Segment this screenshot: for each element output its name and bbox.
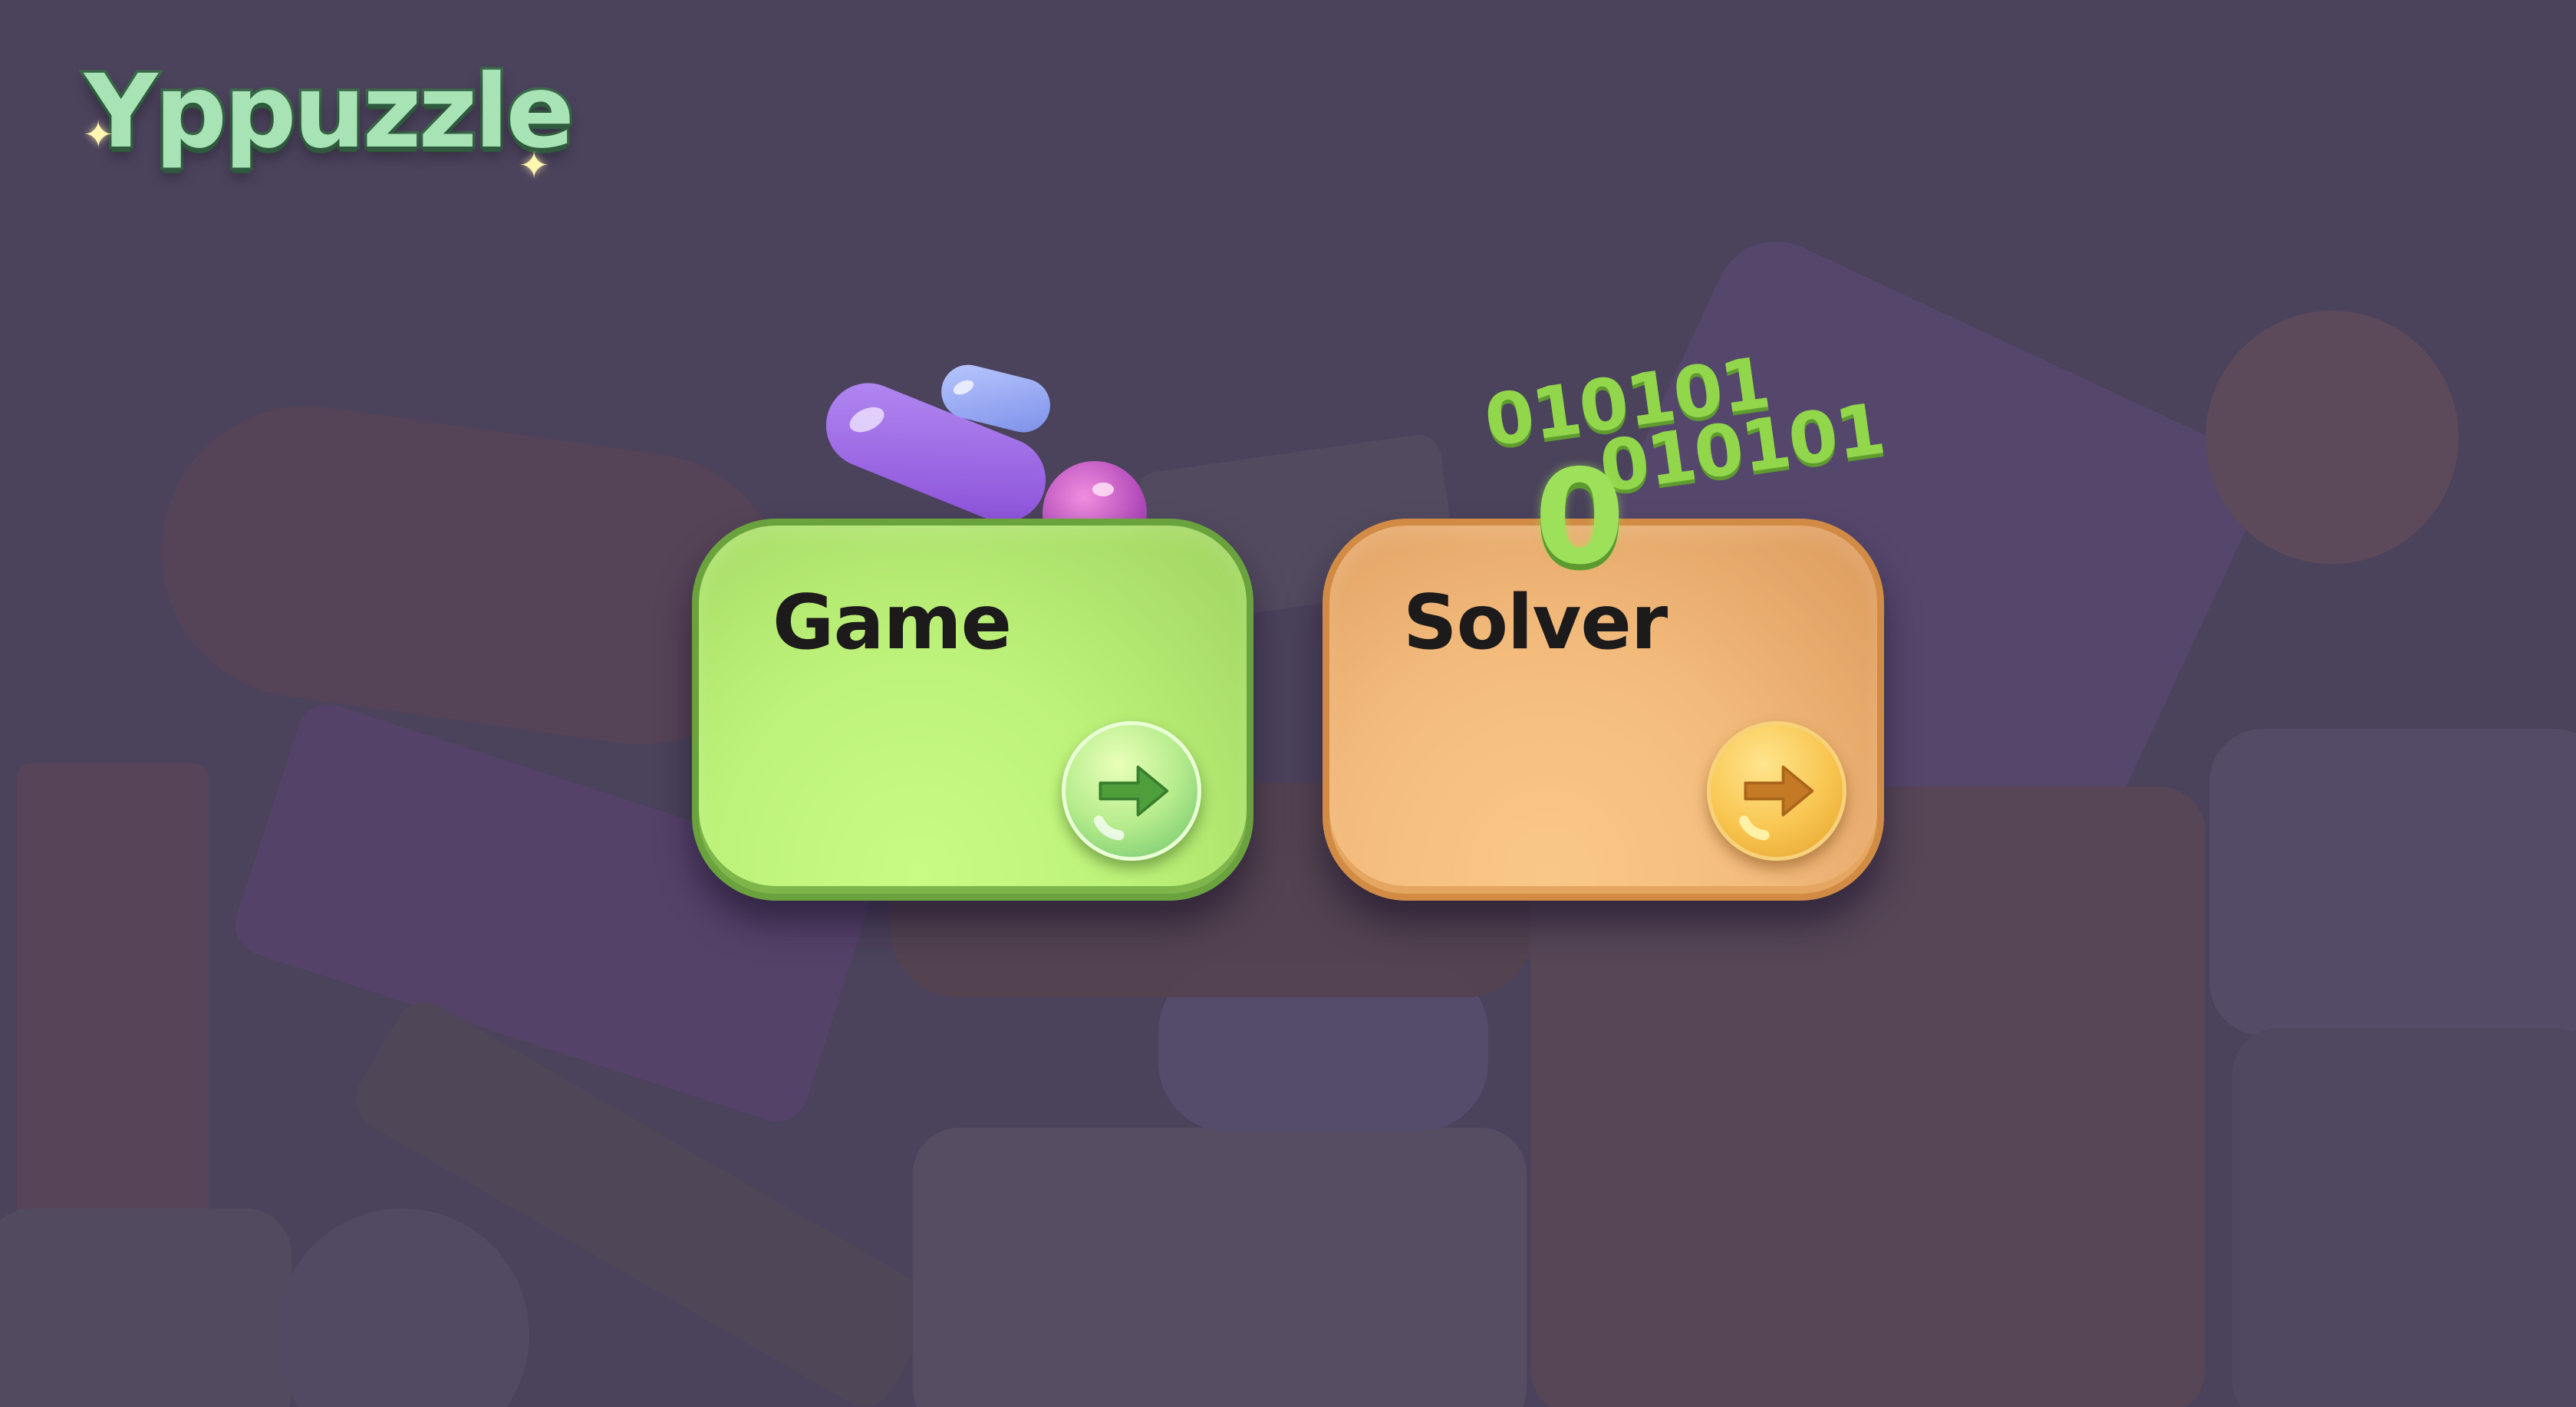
solver-arrow-button[interactable] xyxy=(1707,721,1846,861)
background-shapes xyxy=(0,0,2576,1407)
bg-shape xyxy=(0,1208,292,1407)
bg-shape xyxy=(913,1128,1527,1407)
game-card-title: Game xyxy=(772,579,1012,667)
bg-shape xyxy=(2205,311,2459,564)
arrow-right-icon xyxy=(1738,765,1814,841)
bg-shape xyxy=(2232,1028,2576,1407)
bg-shape xyxy=(276,1208,529,1407)
app-logo: Yppuzzle xyxy=(82,53,578,171)
blue-pill-icon xyxy=(941,364,1050,433)
game-card[interactable]: Game xyxy=(692,519,1253,901)
game-arrow-button[interactable] xyxy=(1062,721,1201,861)
arrow-right-icon xyxy=(1093,765,1169,841)
binary-digit: 0 xyxy=(1534,442,1626,594)
sparkle-icon: ✦ xyxy=(83,114,114,157)
bg-shape xyxy=(17,763,209,1224)
bg-shape xyxy=(2209,729,2576,1036)
solver-card-title: Solver xyxy=(1403,579,1668,667)
sparkle-icon: ✦ xyxy=(519,144,550,187)
